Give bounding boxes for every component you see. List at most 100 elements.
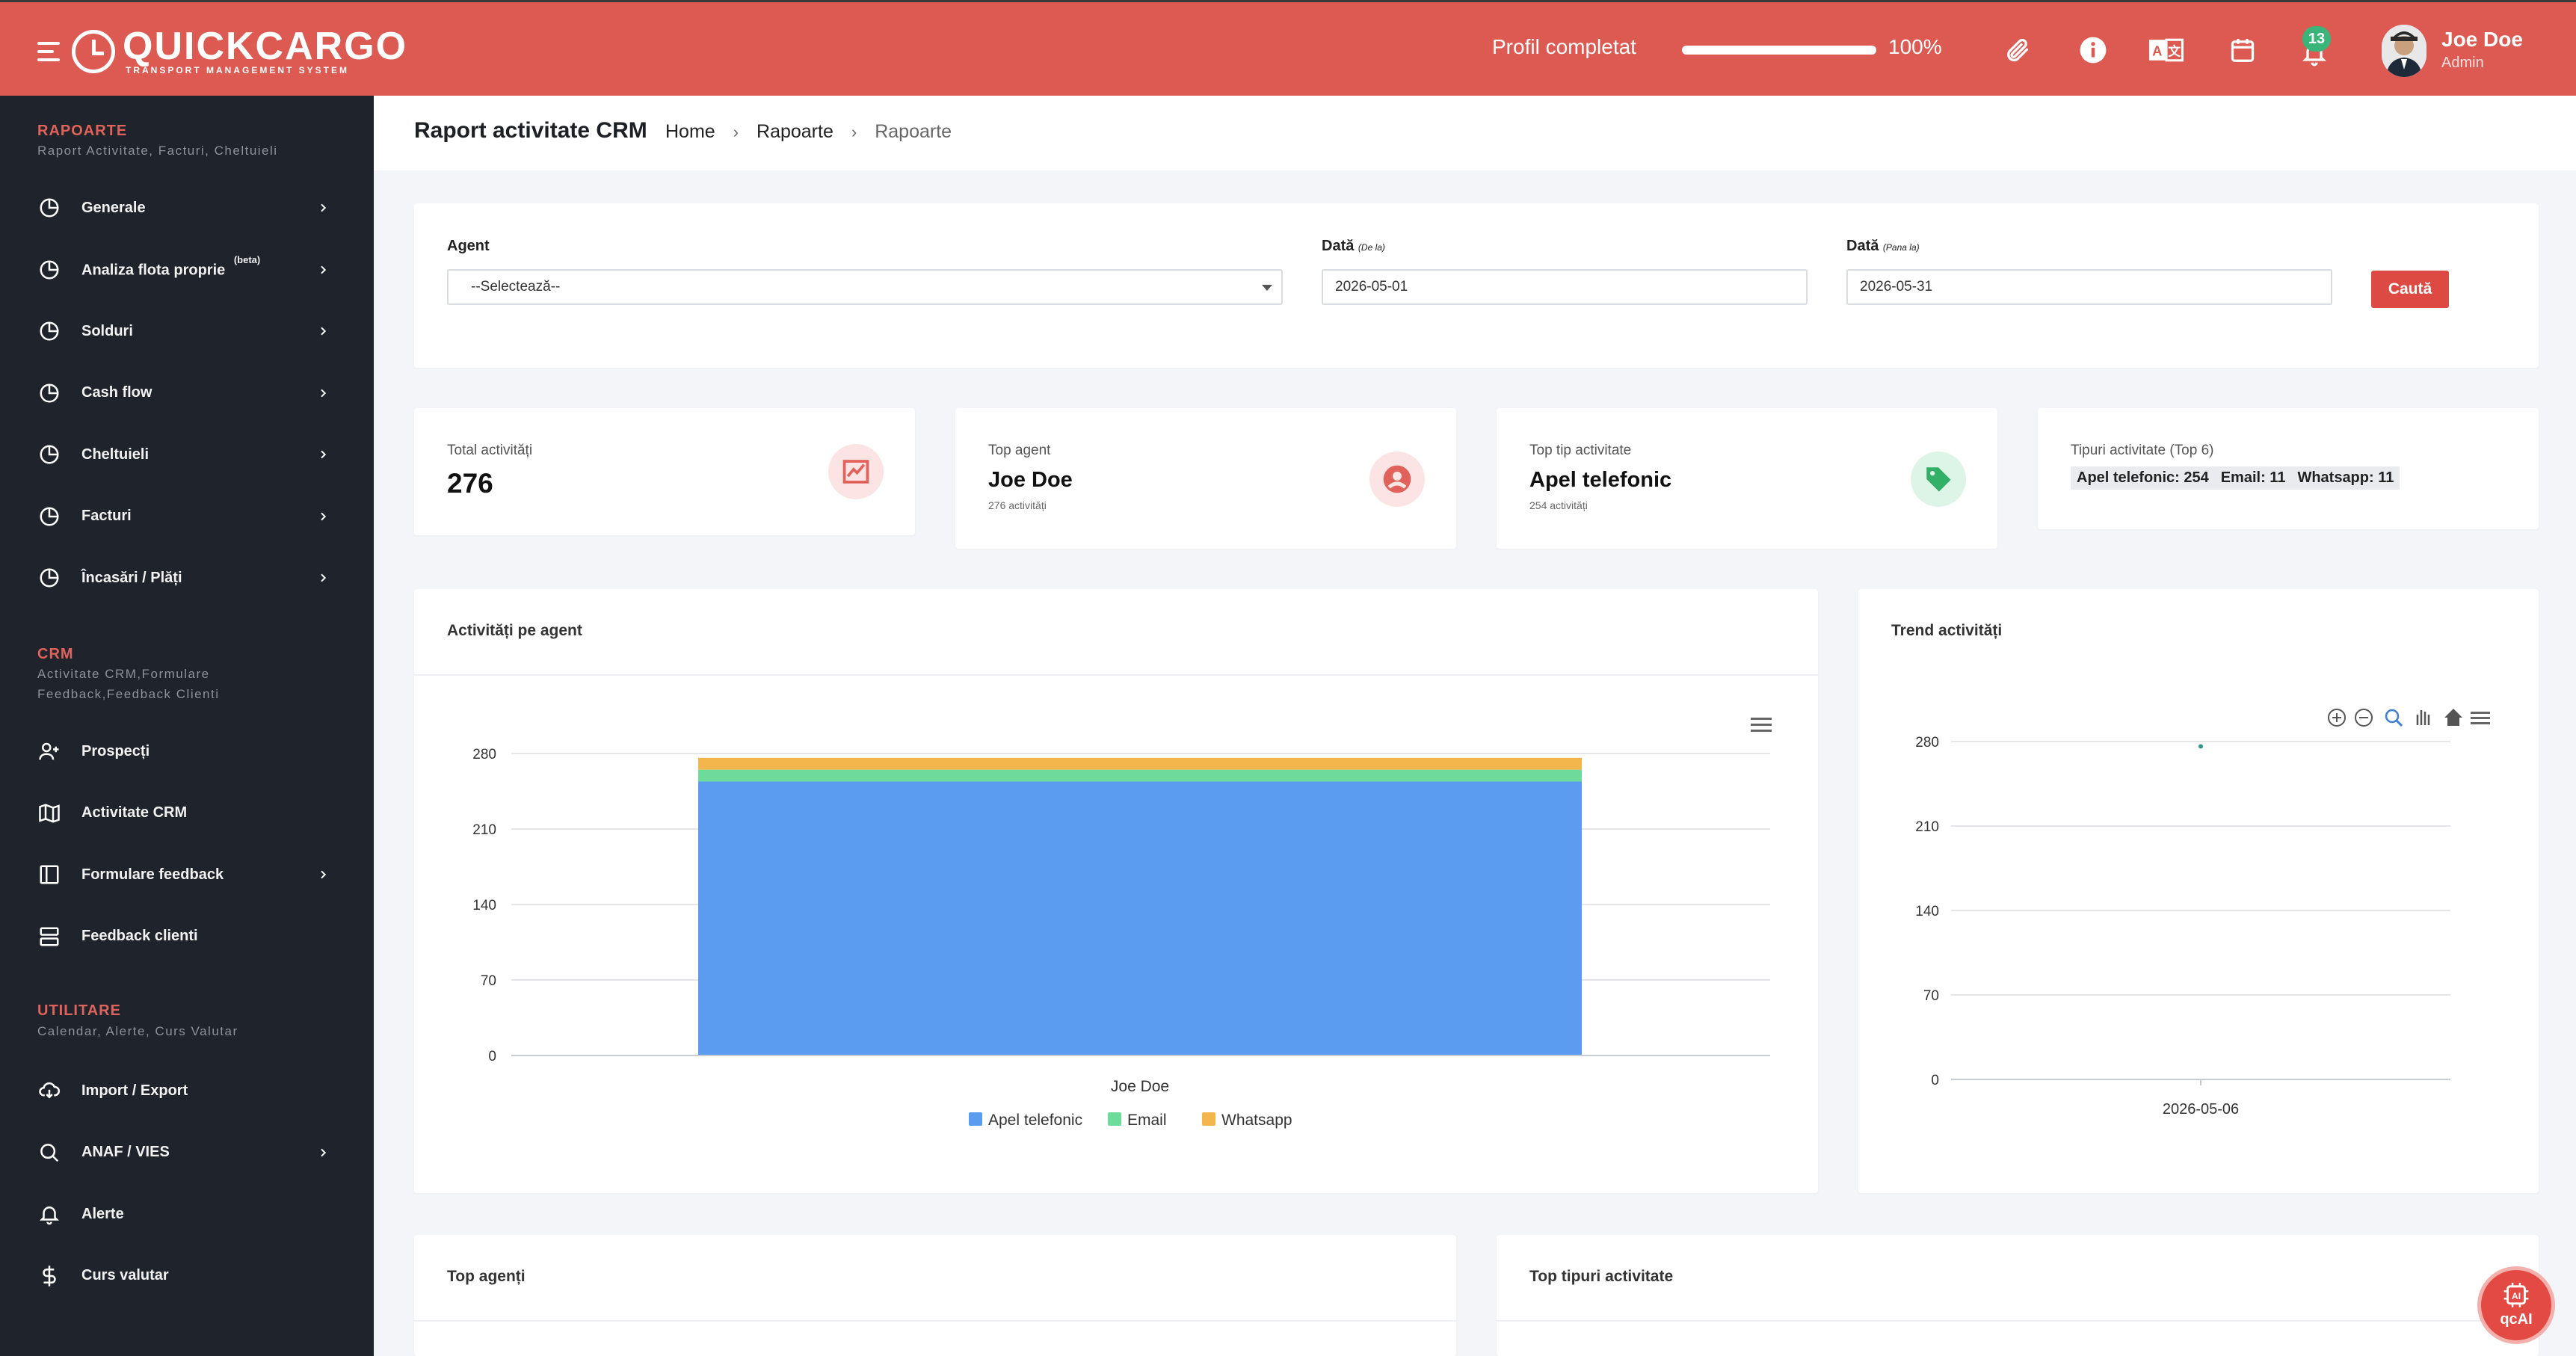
total-activities-value: 276 (447, 468, 493, 499)
sidebar-section-subtitle: Activitate CRM,Formulare Feedback,Feedba… (37, 667, 220, 701)
sidebar-section-subtitle: Calendar, Alerte, Curs Valutar (37, 1024, 238, 1038)
date-from-input[interactable]: 2026-05-01 (1322, 269, 1808, 305)
trending-up-icon (828, 444, 884, 499)
legend-item[interactable]: Email (1108, 1112, 1167, 1129)
profile-progress-label: Profil completat (1492, 35, 1636, 58)
user-role: Admin (2441, 55, 2484, 71)
line-point[interactable] (2198, 744, 2203, 749)
bar-segment[interactable] (698, 781, 1582, 1055)
agent-select-value: --Selectează-- (471, 279, 561, 295)
search-icon (36, 1139, 63, 1166)
types-label: Tipuri activitate (Top 6) (2071, 443, 2214, 458)
ai-chip-icon: AI (2503, 1282, 2529, 1307)
zoom-selection-icon[interactable] (2385, 709, 2403, 727)
top-type-sub: 254 activități (1529, 499, 1588, 511)
y-tick-label: 210 (472, 822, 496, 838)
sidebar-item-label: Import / Export (81, 1082, 188, 1099)
pie-chart-icon (36, 256, 63, 283)
type-chip: Apel telefonic: 254 (2071, 466, 2215, 490)
date-from-label: Dată (De la) (1322, 238, 1385, 254)
types-chip-list: Apel telefonic: 254 Email: 11 Whatsapp: … (2071, 466, 2400, 490)
sidebar-item-feedback-clienti[interactable]: Feedback clienti (0, 914, 374, 959)
y-tick-label: 70 (1923, 988, 1939, 1004)
info-icon[interactable] (2075, 32, 2111, 68)
sidebar-item-incasari-plati[interactable]: Încasări / Plăți (0, 555, 374, 600)
sidebar-item-cash-flow[interactable]: Cash flow (0, 371, 374, 416)
sidebar-item-label: Generale (81, 199, 146, 216)
dollar-icon (36, 1263, 63, 1289)
pie-chart-icon (36, 318, 63, 345)
pie-chart-icon (36, 441, 63, 468)
sidebar-item-label: Cash flow (81, 384, 152, 401)
y-tick-label: 0 (488, 1049, 496, 1064)
sidebar-item-activitate-crm[interactable]: Activitate CRM (0, 791, 374, 836)
chart-menu-icon[interactable] (2471, 712, 2490, 724)
agent-chart-title: Activități pe agent (447, 622, 582, 639)
sidebar-item-alerte[interactable]: Alerte (0, 1192, 374, 1236)
breadcrumb-rapoarte[interactable]: Rapoarte (757, 121, 833, 143)
home-reset-icon[interactable] (2444, 709, 2462, 726)
ai-assistant-button[interactable]: AI qcAI (2477, 1266, 2555, 1344)
svg-text:文: 文 (2168, 44, 2181, 59)
profile-progress-value: 100% (1888, 35, 1942, 58)
legend-item[interactable]: Apel telefonic (969, 1112, 1082, 1129)
chevron-right-icon (314, 866, 332, 884)
sidebar-item-prospecti[interactable]: Prospecți (0, 729, 374, 774)
chevron-right-icon (314, 322, 332, 340)
bar-segment[interactable] (698, 769, 1582, 782)
sidebar-item-label: Încasări / Plăți (81, 569, 182, 586)
sidebar-item-cheltuieli[interactable]: Cheltuieli (0, 432, 374, 477)
notification-count-badge: 13 (2302, 26, 2331, 52)
top-agents-title: Top agenți (447, 1268, 526, 1285)
agent-select[interactable]: --Selectează-- (447, 269, 1283, 305)
legend-swatch (1108, 1112, 1121, 1126)
zoom-out-icon[interactable] (2355, 709, 2373, 727)
sidebar-item-curs-valutar[interactable]: Curs valutar (0, 1254, 374, 1298)
calendar-icon[interactable] (2225, 32, 2261, 68)
bar-segment[interactable] (698, 757, 1582, 770)
filter-card: Agent --Selectează-- Dată (De la) 2026-0… (414, 203, 2539, 368)
caret-down-icon (1262, 285, 1272, 291)
pan-hand-icon[interactable] (2416, 710, 2430, 725)
y-tick-label: 0 (1931, 1073, 1939, 1088)
sidebar-item-generale[interactable]: Generale (0, 185, 374, 230)
page-header: Raport activitate CRM Home › Rapoarte › … (374, 96, 2576, 170)
y-tick-label: 140 (472, 898, 496, 913)
trend-line-chart: 0 70 140 210 280 2026-05-06 (1915, 709, 2490, 1118)
logo[interactable]: QUICKCARGO TRANSPORT MANAGEMENT SYSTEM (37, 27, 407, 75)
sidebar-section-subtitle: Raport Activitate, Facturi, Cheltuieli (37, 144, 278, 158)
trend-chart-title: Trend activități (1891, 622, 2003, 639)
search-button[interactable]: Caută (2371, 271, 2449, 308)
y-tick-label: 280 (472, 747, 496, 762)
chart-menu-icon[interactable] (1751, 718, 1772, 732)
sidebar-item-label: Feedback clienti (81, 928, 198, 944)
sidebar-item-solduri[interactable]: Solduri (0, 309, 374, 354)
sidebar-item-formulare-feedback[interactable]: Formulare feedback (0, 852, 374, 897)
pie-chart-icon (36, 380, 63, 407)
top-bar: QUICKCARGO TRANSPORT MANAGEMENT SYSTEM P… (0, 0, 2576, 96)
paperclip-icon[interactable] (1999, 32, 2035, 68)
legend-item[interactable]: Whatsapp (1202, 1112, 1292, 1129)
zoom-in-icon[interactable] (2328, 709, 2346, 727)
breadcrumb-home[interactable]: Home (665, 121, 715, 143)
type-chip: Email: 11 (2214, 466, 2292, 490)
page-title: Raport activitate CRM (414, 118, 647, 143)
sidebar-item-analiza-flota-proprie[interactable]: Analiza flota proprie (beta) (0, 247, 374, 292)
svg-text:AI: AI (2512, 1291, 2521, 1301)
sidebar-item-anaf-vies[interactable]: ANAF / VIES (0, 1130, 374, 1175)
y-tick-label: 280 (1915, 735, 1939, 751)
top-agent-label: Top agent (988, 443, 1051, 458)
sidebar-item-import-export[interactable]: Import / Export (0, 1068, 374, 1113)
sidebar-item-facturi[interactable]: Facturi (0, 494, 374, 539)
translate-icon[interactable]: A文 (2148, 32, 2184, 68)
type-chip: Whatsapp: 11 (2291, 466, 2400, 490)
clock-icon (72, 30, 115, 73)
sidebar: RAPOARTE Raport Activitate, Facturi, Chel… (0, 96, 374, 1356)
avatar[interactable] (2382, 25, 2426, 77)
breadcrumb-current: Rapoarte (875, 121, 952, 142)
top-type-label: Top tip activitate (1529, 443, 1632, 458)
chevron-right-icon (314, 569, 332, 587)
stat-card-total: Total activități 276 (414, 408, 915, 535)
user-name[interactable]: Joe Doe (2441, 28, 2523, 52)
date-to-input[interactable]: 2026-05-31 (1846, 269, 2332, 305)
